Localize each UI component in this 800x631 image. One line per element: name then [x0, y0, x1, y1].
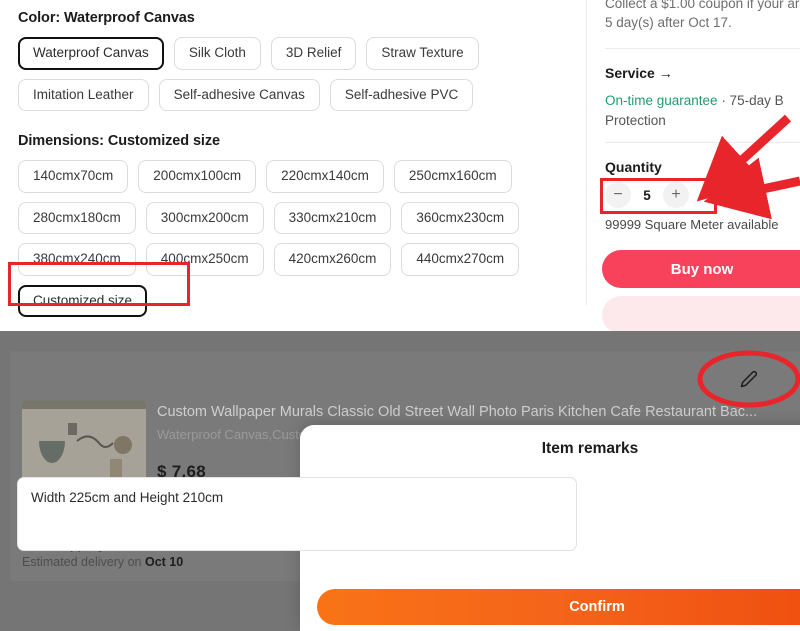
service-heading[interactable]: Service →	[605, 65, 673, 81]
color-chip-straw-texture[interactable]: Straw Texture	[366, 37, 478, 70]
edit-pencil-icon[interactable]	[740, 370, 758, 388]
service-guarantee-text: On-time guarantee	[605, 93, 718, 108]
dimension-chip-360x230[interactable]: 360cmx230cm	[401, 202, 519, 235]
divider-above-service	[605, 48, 800, 49]
modal-title: Item remarks	[300, 440, 800, 458]
dimension-chip-280x180[interactable]: 280cmx180cm	[18, 202, 136, 235]
dimension-chip-380x240[interactable]: 380cmx240cm	[18, 243, 136, 276]
service-label: Service	[605, 65, 655, 81]
service-details: On-time guarantee · 75-day B Protection	[605, 91, 800, 131]
dimension-chip-220x140[interactable]: 220cmx140cm	[266, 160, 384, 193]
dimension-chip-400x250[interactable]: 400cmx250cm	[146, 243, 264, 276]
quantity-decrease-button[interactable]: −	[605, 182, 631, 208]
item-remarks-input[interactable]	[17, 477, 577, 551]
dimension-chip-330x210[interactable]: 330cmx210cm	[274, 202, 392, 235]
quantity-stepper: − 5 +	[605, 182, 689, 208]
dimension-chip-250x160[interactable]: 250cmx160cm	[394, 160, 512, 193]
color-chip-self-adhesive-canvas[interactable]: Self-adhesive Canvas	[159, 79, 320, 112]
buy-now-button[interactable]: Buy now	[602, 250, 800, 288]
options-column: Color: Waterproof Canvas Waterproof Canv…	[0, 0, 586, 331]
quantity-increase-button[interactable]: +	[663, 182, 689, 208]
dimension-chip-440x270[interactable]: 440cmx270cm	[401, 243, 519, 276]
delivery-date: Oct 10	[145, 555, 183, 569]
add-to-cart-button[interactable]	[602, 296, 800, 331]
color-chip-imitation-leather[interactable]: Imitation Leather	[18, 79, 149, 112]
color-chip-group: Waterproof Canvas Silk Cloth 3D Relief S…	[18, 37, 568, 111]
delivery-prefix: Estimated delivery on	[22, 555, 145, 569]
dimensions-section-label: Dimensions: Customized size	[18, 133, 568, 149]
quantity-label: Quantity	[605, 159, 662, 175]
arrow-right-icon: →	[659, 65, 673, 81]
color-chip-waterproof-canvas[interactable]: Waterproof Canvas	[18, 37, 164, 70]
order-product-title: Custom Wallpaper Murals Classic Old Stre…	[157, 404, 787, 420]
coupon-text: Collect a $1.00 coupon if your arrives 5…	[605, 0, 800, 32]
product-options-pane: Color: Waterproof Canvas Waterproof Canv…	[0, 0, 800, 331]
confirm-button[interactable]: Confirm	[317, 589, 800, 625]
color-chip-self-adhesive-pvc[interactable]: Self-adhesive PVC	[330, 79, 473, 112]
screen-root: Color: Waterproof Canvas Waterproof Canv…	[0, 0, 800, 631]
color-section-label: Color: Waterproof Canvas	[18, 10, 568, 26]
quantity-value[interactable]: 5	[639, 188, 655, 203]
dimension-chip-300x200[interactable]: 300cmx200cm	[146, 202, 264, 235]
divider-above-quantity	[605, 142, 800, 143]
dimension-chip-140x70[interactable]: 140cmx70cm	[18, 160, 128, 193]
dimension-chip-200x100[interactable]: 200cmx100cm	[138, 160, 256, 193]
color-chip-3d-relief[interactable]: 3D Relief	[271, 37, 357, 70]
purchase-column: Collect a $1.00 coupon if your arrives 5…	[587, 0, 800, 331]
dimension-chip-group: 140cmx70cm 200cmx100cm 220cmx140cm 250cm…	[18, 160, 568, 317]
dimension-chip-420x260[interactable]: 420cmx260cm	[274, 243, 392, 276]
dimension-chip-customized-size[interactable]: Customized size	[18, 285, 147, 318]
stock-availability-text: 99999 Square Meter available	[605, 217, 778, 232]
color-chip-silk-cloth[interactable]: Silk Cloth	[174, 37, 261, 70]
estimated-delivery-label: Estimated delivery on Oct 10	[22, 555, 183, 569]
